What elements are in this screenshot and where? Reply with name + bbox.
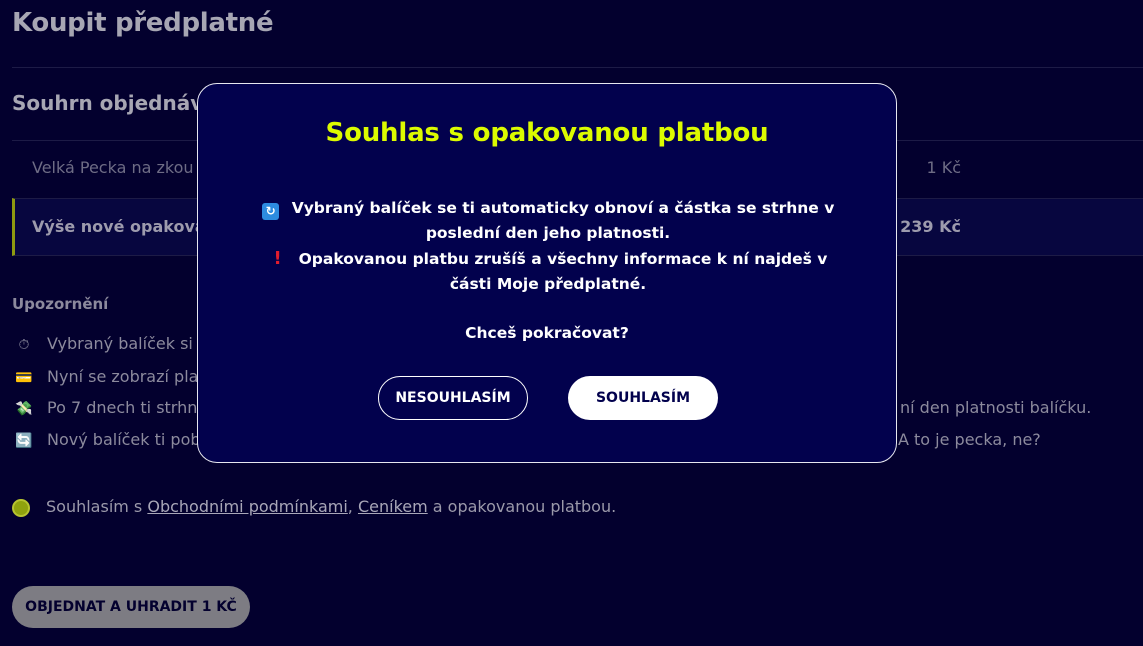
notice-text: Nyní se zobrazí pla xyxy=(47,367,199,386)
terms-link[interactable]: Obchodními podmínkami xyxy=(147,497,347,516)
summary-row-price: 1 Kč xyxy=(926,158,961,177)
modal-question: Chceš pokračovat? xyxy=(465,324,629,342)
agreement-checkbox[interactable] xyxy=(12,498,30,517)
exclamation-icon: ! xyxy=(273,248,282,269)
notice-text-tail: A to je pecka, ne? xyxy=(898,430,1041,449)
summary-row-label: Velká Pecka na zkou xyxy=(32,158,194,177)
summary-title: Souhrn objednáv xyxy=(12,91,204,115)
agreement-separator: , xyxy=(347,497,358,516)
modal-text: ↻ Vybraný balíček se ti automaticky obnov… xyxy=(258,196,838,297)
summary-row-price: 239 Kč xyxy=(900,217,961,236)
agreement-suffix: a opakovanou platbou. xyxy=(427,497,617,516)
notice-text: Vybraný balíček si xyxy=(47,334,193,353)
pricing-link[interactable]: Ceníkem xyxy=(358,497,428,516)
agreement-prefix: Souhlasím s xyxy=(46,497,148,516)
stopwatch-icon: ⏱ xyxy=(18,337,30,353)
notice-item: 🔄 Nový balíček ti pob xyxy=(14,430,201,449)
credit-card-icon: 💳 xyxy=(15,370,33,386)
divider xyxy=(12,67,1143,68)
refresh-icon: 🔄 xyxy=(15,433,33,449)
refresh-icon: ↻ xyxy=(262,196,280,221)
modal-line2-suffix: . xyxy=(640,275,647,293)
modal-title: Souhlas s opakovanou platbou xyxy=(325,118,769,148)
page-title: Koupit předplatné xyxy=(12,8,274,38)
modal-line-cancel: ! Opakovanou platbu zrušíš a všechny info… xyxy=(258,246,838,297)
modal-line2-strong: Moje předplatné xyxy=(496,275,641,293)
recurring-payment-modal: Souhlas s opakovanou platbou ↻ Vybraný ba… xyxy=(197,83,897,463)
notice-text: Nový balíček ti pob xyxy=(47,430,201,449)
order-button[interactable]: OBJEDNAT A UHRADIT 1 KČ xyxy=(12,586,250,628)
agreement-row: Souhlasím s Obchodními podmínkami, Ceník… xyxy=(12,497,616,517)
modal-line1: Vybraný balíček se ti automaticky obnoví… xyxy=(291,199,835,242)
notices-title: Upozornění xyxy=(12,295,109,313)
notice-item: 💸 Po 7 dnech ti strhn xyxy=(14,398,197,417)
notice-item: 💳 Nyní se zobrazí pla xyxy=(14,367,198,386)
accept-button[interactable]: SOUHLASÍM xyxy=(568,376,718,420)
notice-text: Po 7 dnech ti strhn xyxy=(47,398,198,417)
summary-row-label: Výše nové opakovar xyxy=(32,217,214,236)
decline-button[interactable]: NESOUHLASÍM xyxy=(378,376,528,420)
money-wings-icon: 💸 xyxy=(15,401,33,417)
notice-item: ⏱ Vybraný balíček si xyxy=(14,334,193,353)
modal-line-renewal: ↻ Vybraný balíček se ti automaticky obnov… xyxy=(258,196,838,246)
notice-text-tail: ní den platnosti balíčku. xyxy=(900,398,1092,417)
